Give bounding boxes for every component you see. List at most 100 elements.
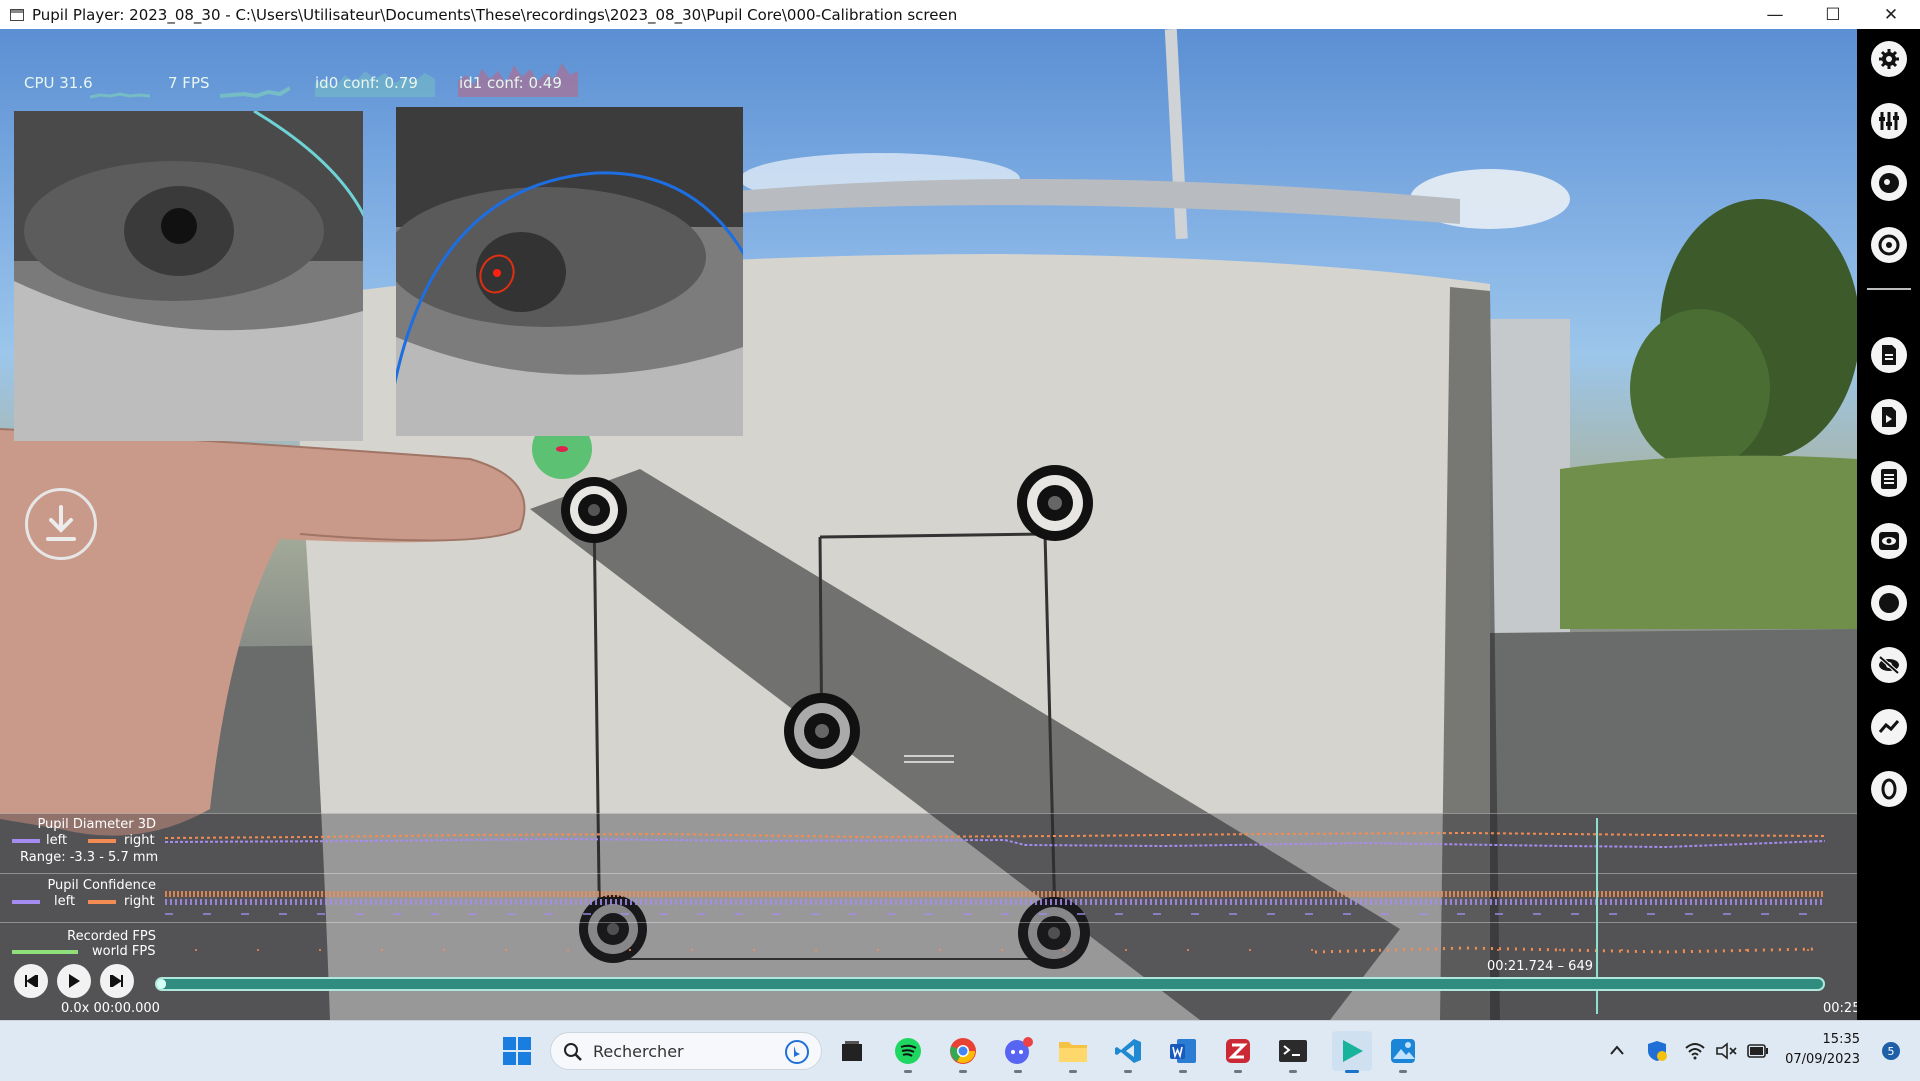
word-button[interactable] <box>1167 1035 1199 1073</box>
left-legend-swatch <box>12 839 40 843</box>
windows-icon <box>503 1037 531 1065</box>
notification-badge[interactable]: 5 <box>1882 1042 1900 1060</box>
terminal-button[interactable] <box>1277 1035 1309 1073</box>
app-icon <box>10 8 24 21</box>
security-shield-icon[interactable] <box>1646 1040 1668 1062</box>
calibration-marker <box>784 693 860 769</box>
left-legend-swatch <box>12 900 40 904</box>
taskbar-search[interactable]: Rechercher <box>550 1032 822 1070</box>
system-clock[interactable]: 15:35 07/09/2023 <box>1785 1030 1860 1070</box>
word-icon <box>1170 1039 1196 1063</box>
pupil-diameter-range: Range: -3.3 - 5.7 mm <box>20 850 159 865</box>
minimize-button[interactable]: — <box>1746 0 1804 29</box>
pupil-player-button[interactable] <box>1332 1031 1372 1073</box>
raw-export-button[interactable] <box>1871 399 1907 435</box>
cpu-stat: CPU 31.6 <box>24 74 93 92</box>
eye1-window[interactable] <box>396 107 743 436</box>
wifi-icon[interactable] <box>1685 1042 1705 1060</box>
annotation-button[interactable] <box>1871 461 1907 497</box>
clock-time: 15:35 <box>1822 1032 1860 1047</box>
blink-button[interactable] <box>1871 647 1907 683</box>
search-placeholder: Rechercher <box>593 1042 684 1061</box>
previous-frame-button[interactable] <box>14 964 48 998</box>
plot-button[interactable] <box>1871 709 1907 745</box>
timeline-resize-handle[interactable] <box>904 755 954 763</box>
settings-button[interactable] <box>1871 41 1907 77</box>
running-indicator <box>904 1070 912 1073</box>
fps-legend-swatch <box>12 950 78 954</box>
window-controls: — ☐ ✕ <box>1746 0 1920 29</box>
clock-date: 07/09/2023 <box>1785 1052 1860 1067</box>
eye-overlay-icon <box>1879 532 1899 550</box>
id0-confidence: id0 conf: 0.79 <box>315 74 418 92</box>
plugin-icon-bar <box>1857 29 1920 1020</box>
close-button[interactable]: ✕ <box>1862 0 1920 29</box>
running-indicator <box>1014 1070 1022 1073</box>
surface-icon <box>1881 778 1897 800</box>
chrome-icon <box>950 1038 976 1064</box>
surface-button[interactable] <box>1871 771 1907 807</box>
playback-speed-time: 0.0x 00:00.000 <box>61 1001 160 1016</box>
gaze-mapper-icon <box>1878 234 1900 256</box>
task-view-icon <box>842 1041 862 1061</box>
file-explorer-button[interactable] <box>1057 1035 1089 1073</box>
task-view-button[interactable] <box>836 1035 868 1067</box>
title-bar: Pupil Player: 2023_08_30 - C:\Users\Util… <box>0 0 1920 30</box>
chrome-button[interactable] <box>947 1035 979 1073</box>
photos-button[interactable] <box>1387 1035 1419 1073</box>
fps-legend-label: world FPS <box>92 944 156 959</box>
taskbar: Rechercher 15:35 07/09/2023 5 <box>0 1020 1920 1081</box>
icon-bar-divider <box>1867 288 1911 290</box>
pupil-confidence-title: Pupil Confidence <box>47 878 156 893</box>
running-indicator <box>1124 1070 1132 1073</box>
seek-bar[interactable] <box>155 977 1825 991</box>
right-legend-label: right <box>124 833 155 848</box>
running-indicator <box>1179 1070 1187 1073</box>
battery-icon[interactable] <box>1747 1044 1769 1058</box>
play-icon <box>69 974 80 988</box>
eye0-window[interactable] <box>14 111 363 441</box>
spotify-button[interactable] <box>892 1035 924 1073</box>
start-button[interactable] <box>501 1035 533 1067</box>
fps-plot <box>195 946 1825 954</box>
id1-confidence: id1 conf: 0.49 <box>459 74 562 92</box>
left-legend-label: left <box>46 833 68 848</box>
recorder-button[interactable] <box>1871 165 1907 201</box>
vscode-button[interactable] <box>1112 1035 1144 1073</box>
gaze-mapper-button[interactable] <box>1871 227 1907 263</box>
discord-button[interactable] <box>1002 1035 1034 1073</box>
play-button[interactable] <box>57 964 91 998</box>
window-title: Pupil Player: 2023_08_30 - C:\Users\Util… <box>32 5 958 24</box>
blink-icon <box>1878 655 1900 675</box>
volume-muted-icon[interactable] <box>1716 1042 1738 1060</box>
download-button[interactable] <box>25 488 97 560</box>
eye-overlay-button[interactable] <box>1871 523 1907 559</box>
zotero-button[interactable] <box>1222 1035 1254 1073</box>
running-indicator <box>1289 1070 1297 1073</box>
annotation-icon <box>1881 469 1897 489</box>
plot-icon <box>1878 720 1900 733</box>
running-indicator <box>959 1070 967 1073</box>
cpu-graph <box>90 92 150 99</box>
fps-graph <box>220 86 290 99</box>
next-frame-button[interactable] <box>100 964 134 998</box>
fixation-icon <box>1879 593 1899 613</box>
folder-icon <box>1059 1042 1087 1062</box>
export-icon <box>1882 345 1896 365</box>
running-indicator <box>1399 1070 1407 1073</box>
skip-forward-icon <box>110 975 123 987</box>
seek-bar-progress <box>157 979 166 989</box>
pupil-player-icon <box>1343 1040 1363 1062</box>
pupil-diameter-title: Pupil Diameter 3D <box>37 817 156 832</box>
chevron-up-icon[interactable] <box>1609 1044 1625 1056</box>
zotero-icon <box>1226 1039 1250 1063</box>
maximize-button[interactable]: ☐ <box>1804 0 1862 29</box>
terminal-icon <box>1279 1040 1307 1062</box>
plugin-manager-button[interactable] <box>1871 103 1907 139</box>
export-button[interactable] <box>1871 337 1907 373</box>
search-icon <box>564 1043 582 1061</box>
fixation-button[interactable] <box>1871 585 1907 621</box>
playhead-label: 00:21.724 – 649 <box>1487 959 1593 974</box>
running-indicator <box>1069 1070 1077 1073</box>
right-legend-label: right <box>124 894 155 909</box>
